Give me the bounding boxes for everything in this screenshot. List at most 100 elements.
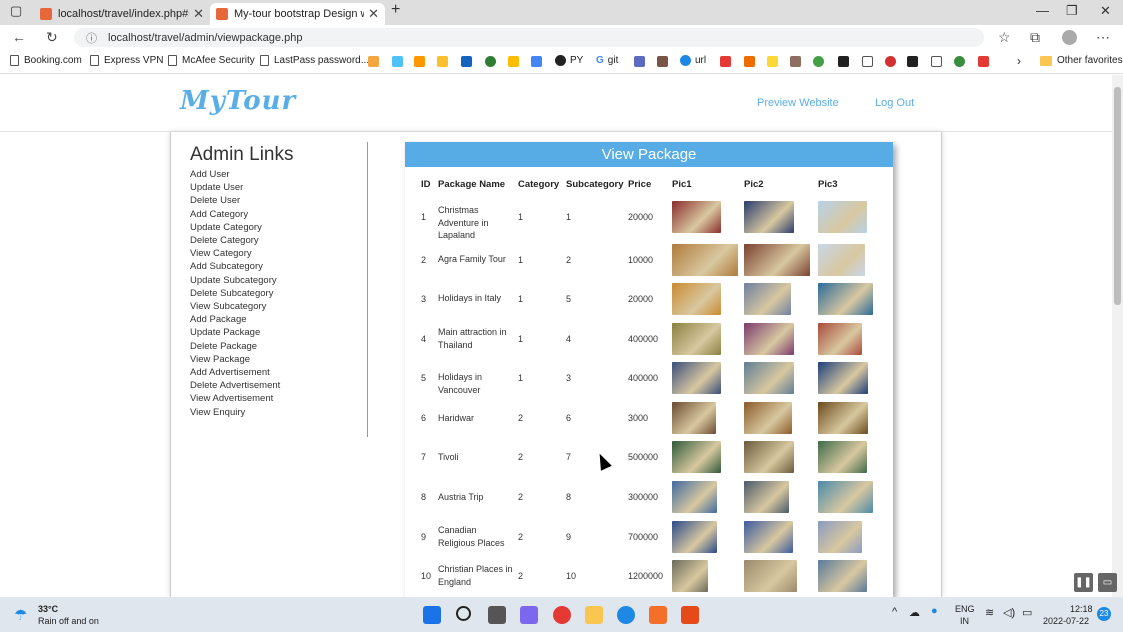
bookmark-icon[interactable] <box>437 56 448 67</box>
bookmark-icon[interactable] <box>767 56 778 67</box>
task-view-icon[interactable] <box>488 606 506 624</box>
microphone-icon[interactable]: ● <box>931 605 938 617</box>
chevron-right-icon[interactable]: › <box>1017 54 1021 68</box>
pip-icon[interactable]: ▭ <box>1098 573 1117 592</box>
bookmark-icon[interactable] <box>485 56 496 67</box>
admin-link-add-user[interactable]: Add User <box>190 168 280 181</box>
windows-start-icon[interactable] <box>423 606 441 624</box>
edge-icon[interactable] <box>617 606 635 624</box>
admin-link-delete-package[interactable]: Delete Package <box>190 340 280 353</box>
clock-date[interactable]: 2022-07-22 <box>1043 616 1089 626</box>
pause-icon[interactable]: ❚❚ <box>1074 573 1093 592</box>
admin-link-delete-subcategory[interactable]: Delete Subcategory <box>190 287 280 300</box>
bookmark-lastpass[interactable]: LastPass password... <box>260 55 369 66</box>
refresh-icon[interactable]: ↻ <box>46 29 58 46</box>
tab-viewpackage[interactable]: My-tour bootstrap Design websi ✕ <box>210 3 385 25</box>
bookmark-icon[interactable] <box>414 56 425 67</box>
bookmark-icon[interactable] <box>978 56 989 67</box>
bookmark-icon[interactable] <box>744 56 755 67</box>
close-icon[interactable]: ✕ <box>193 6 204 22</box>
admin-link-view-advertisement[interactable]: View Advertisement <box>190 392 280 405</box>
admin-link-view-subcategory[interactable]: View Subcategory <box>190 300 280 313</box>
bookmark-icon[interactable] <box>508 56 519 67</box>
url-input[interactable]: ⓘ localhost/travel/admin/viewpackage.php <box>74 28 984 47</box>
battery-icon[interactable]: ▭ <box>1022 606 1032 619</box>
menu-icon[interactable]: ⋯ <box>1096 29 1110 46</box>
admin-link-delete-advertisement[interactable]: Delete Advertisement <box>190 379 280 392</box>
bookmark-icon[interactable] <box>838 56 849 67</box>
collections-icon[interactable]: ⧉ <box>1030 29 1040 46</box>
bookmark-github[interactable]: PY <box>555 55 583 66</box>
wifi-icon[interactable]: ≋ <box>985 606 994 619</box>
file-explorer-icon[interactable] <box>585 606 603 624</box>
admin-link-update-user[interactable]: Update User <box>190 181 280 194</box>
notification-badge[interactable]: 23 <box>1097 607 1111 621</box>
language-in[interactable]: IN <box>960 616 969 626</box>
admin-link-view-enquiry[interactable]: View Enquiry <box>190 406 280 419</box>
bookmark-icon[interactable] <box>931 56 942 67</box>
bookmark-expressvpn[interactable]: Express VPN <box>90 55 163 66</box>
weather-temp[interactable]: 33°C <box>38 604 58 614</box>
chevron-up-icon[interactable]: ^ <box>892 606 897 618</box>
admin-link-update-category[interactable]: Update Category <box>190 221 280 234</box>
bookmark-icon[interactable] <box>954 56 965 67</box>
bookmark-icon[interactable] <box>634 56 645 67</box>
close-window-icon[interactable]: ✕ <box>1100 3 1111 19</box>
preview-website-link[interactable]: Preview Website <box>757 97 839 109</box>
admin-link-add-advertisement[interactable]: Add Advertisement <box>190 366 280 379</box>
scroll-thumb[interactable] <box>1114 87 1121 305</box>
heart-icon[interactable] <box>885 56 896 67</box>
search-icon[interactable] <box>456 606 471 621</box>
youtube-icon[interactable] <box>720 56 731 67</box>
table-cell-sub: 1 <box>566 212 572 222</box>
page-scrollbar[interactable] <box>1112 75 1123 597</box>
restore-icon[interactable]: ❐ <box>1066 3 1078 19</box>
admin-link-view-category[interactable]: View Category <box>190 247 280 260</box>
admin-link-add-subcategory[interactable]: Add Subcategory <box>190 260 280 273</box>
weather-icon[interactable]: ☂ <box>14 606 27 624</box>
weather-text[interactable]: Rain off and on <box>38 616 99 626</box>
bookmark-icon[interactable] <box>813 56 824 67</box>
admin-link-add-category[interactable]: Add Category <box>190 208 280 221</box>
sublime-icon[interactable] <box>681 606 699 624</box>
bookmark-other-favorites[interactable]: Other favorites <box>1040 55 1123 66</box>
bookmark-git[interactable]: Ggit <box>596 55 618 66</box>
tab-index[interactable]: localhost/travel/index.php#secti ✕ <box>34 3 210 25</box>
bookmark-icon[interactable] <box>531 56 542 67</box>
teams-icon[interactable] <box>520 606 538 624</box>
new-tab-icon[interactable]: + <box>391 1 400 19</box>
bookmark-mcafee[interactable]: McAfee Security <box>168 55 255 66</box>
admin-link-delete-user[interactable]: Delete User <box>190 194 280 207</box>
bookmark-url[interactable]: url <box>680 55 706 66</box>
table-cell-price: 400000 <box>628 334 659 344</box>
bookmark-icon[interactable] <box>862 56 873 67</box>
table-cell-sub: 6 <box>566 413 572 423</box>
site-logo[interactable]: MyTour <box>180 86 296 116</box>
back-icon[interactable]: ← <box>12 29 26 45</box>
admin-link-update-package[interactable]: Update Package <box>190 326 280 339</box>
bookmark-icon[interactable] <box>368 56 379 67</box>
logout-link[interactable]: Log Out <box>875 97 914 109</box>
bookmark-icon[interactable] <box>392 56 403 67</box>
favorites-icon[interactable]: ☆ <box>998 29 1011 46</box>
bookmark-icon[interactable] <box>790 56 801 67</box>
volume-icon[interactable]: ◁) <box>1003 606 1015 619</box>
language-eng[interactable]: ENG <box>955 604 975 614</box>
onedrive-icon[interactable]: ☁ <box>909 606 920 619</box>
profile-avatar[interactable] <box>1062 30 1077 45</box>
info-icon[interactable]: ⓘ <box>86 30 97 46</box>
chrome-icon[interactable] <box>553 606 571 624</box>
admin-link-view-package[interactable]: View Package <box>190 353 280 366</box>
minimize-icon[interactable]: — <box>1036 3 1049 18</box>
close-icon[interactable]: ✕ <box>368 6 379 22</box>
admin-link-delete-category[interactable]: Delete Category <box>190 234 280 247</box>
bookmark-icon[interactable] <box>657 56 668 67</box>
xampp-taskbar-icon[interactable] <box>649 606 667 624</box>
bookmark-icon[interactable] <box>907 56 918 67</box>
bookmark-booking[interactable]: Booking.com <box>10 55 82 66</box>
bookmark-icon[interactable] <box>461 56 472 67</box>
clock-time[interactable]: 12:18 <box>1070 604 1093 614</box>
admin-link-add-package[interactable]: Add Package <box>190 313 280 326</box>
admin-link-update-subcategory[interactable]: Update Subcategory <box>190 274 280 287</box>
tab-actions-icon[interactable]: ▢ <box>10 3 22 19</box>
